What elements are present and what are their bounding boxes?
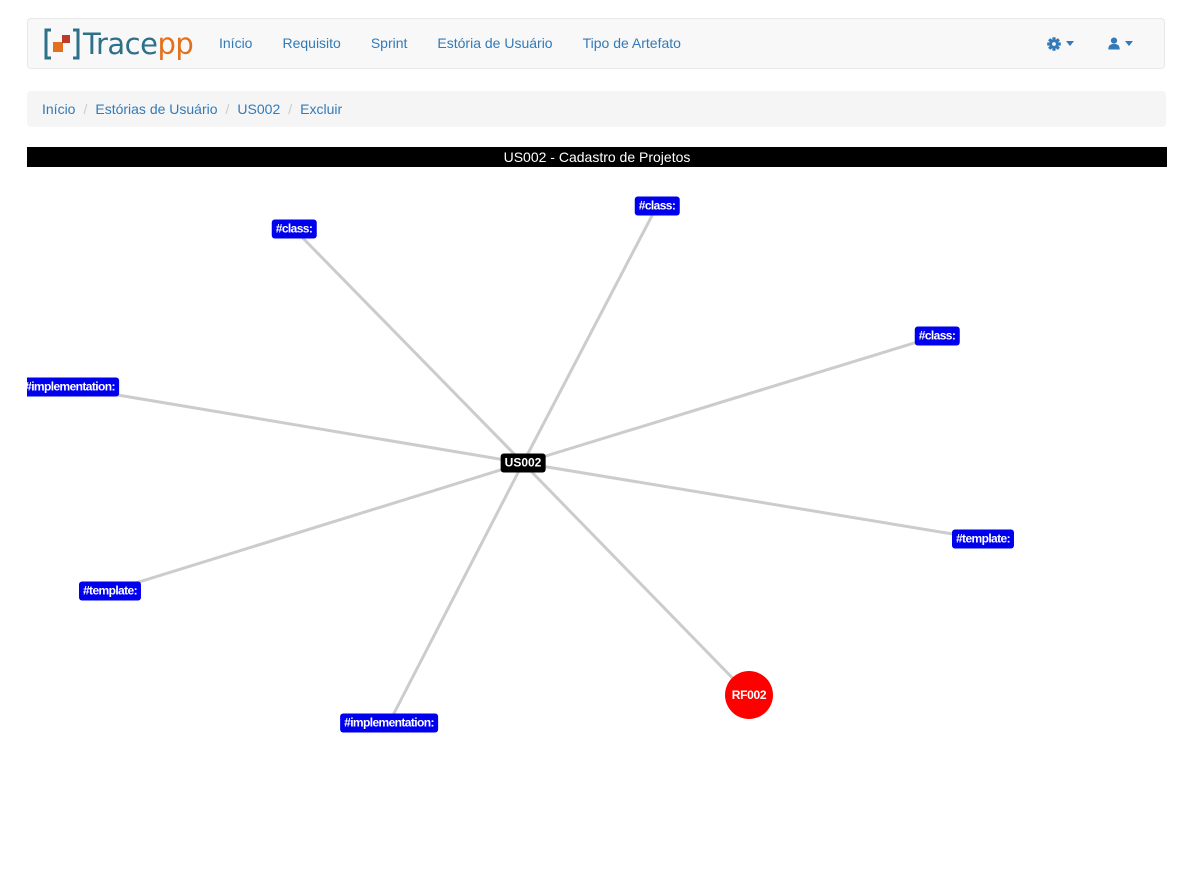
graph-node-requirement[interactable]: RF002 bbox=[725, 671, 773, 719]
breadcrumb-separator: / bbox=[83, 101, 88, 117]
graph-edges bbox=[69, 205, 984, 724]
navbar: Tracepp Início Requisito Sprint Estória … bbox=[27, 18, 1165, 69]
graph-edge bbox=[522, 334, 938, 465]
nav-right bbox=[1030, 19, 1150, 68]
breadcrumb-item-estorias-de-usuario[interactable]: Estórias de Usuário bbox=[95, 101, 217, 117]
nav-link-sprint[interactable]: Sprint bbox=[356, 19, 423, 68]
graph-node-class[interactable]: #class: bbox=[271, 219, 317, 239]
graph-edge bbox=[109, 461, 524, 593]
nav-link-estoria-de-usuario[interactable]: Estória de Usuário bbox=[422, 19, 567, 68]
brand-logo[interactable]: Tracepp bbox=[43, 26, 194, 62]
graph-edge bbox=[292, 227, 525, 465]
settings-dropdown[interactable] bbox=[1030, 19, 1090, 68]
chevron-down-icon bbox=[1124, 41, 1133, 46]
user-dropdown[interactable] bbox=[1090, 19, 1150, 68]
breadcrumb: Início / Estórias de Usuário / US002 / Excluir bbox=[27, 91, 1166, 127]
breadcrumb-item-excluir[interactable]: Excluir bbox=[300, 101, 342, 117]
graph-node-class[interactable]: #class: bbox=[634, 196, 680, 216]
graph-edge bbox=[522, 461, 984, 541]
graph-node-implementation[interactable]: #implementation: bbox=[340, 713, 438, 733]
brand-name-part1: Trace bbox=[83, 27, 158, 61]
nav-link-inicio[interactable]: Início bbox=[204, 19, 267, 68]
breadcrumb-item-us002[interactable]: US002 bbox=[237, 101, 280, 117]
graph-node-template[interactable]: #template: bbox=[951, 529, 1015, 549]
nav-link-requisito[interactable]: Requisito bbox=[267, 19, 355, 68]
main-nav: Início Requisito Sprint Estória de Usuár… bbox=[204, 19, 696, 68]
nav-link-tipo-de-artefato[interactable]: Tipo de Artefato bbox=[568, 19, 696, 68]
traceability-graph[interactable]: #class: #class: #class: #implementation:… bbox=[27, 167, 1167, 867]
graph-edge bbox=[521, 461, 751, 697]
breadcrumb-separator: / bbox=[225, 101, 230, 117]
graph-node-implementation[interactable]: #implementation: bbox=[27, 377, 119, 397]
graph-title: US002 - Cadastro de Projetos bbox=[27, 147, 1167, 167]
bracket-squares-logo-icon bbox=[44, 28, 80, 60]
breadcrumb-item-inicio[interactable]: Início bbox=[42, 101, 75, 117]
gear-icon bbox=[1046, 36, 1061, 51]
chevron-down-icon bbox=[1065, 41, 1074, 46]
graph-node-class[interactable]: #class: bbox=[914, 326, 960, 346]
graph-edge bbox=[387, 462, 525, 724]
graph-node-template[interactable]: #template: bbox=[78, 581, 142, 601]
graph-edge bbox=[521, 205, 659, 464]
brand-name-part2: pp bbox=[157, 27, 194, 61]
graph-node-center[interactable]: US002 bbox=[500, 453, 546, 473]
user-icon bbox=[1107, 37, 1120, 50]
graph-edge bbox=[69, 385, 524, 465]
brand-name: Tracepp bbox=[83, 26, 194, 62]
breadcrumb-separator: / bbox=[288, 101, 293, 117]
